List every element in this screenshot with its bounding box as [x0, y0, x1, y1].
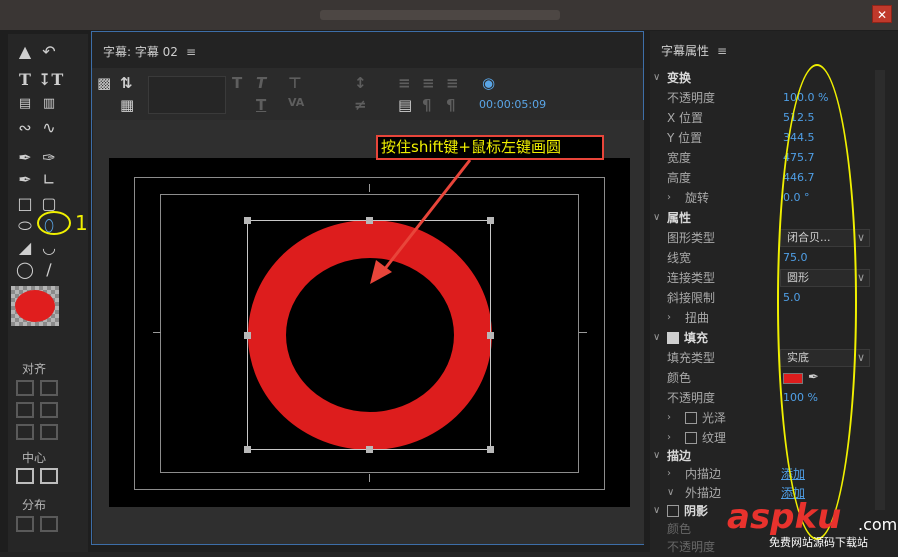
- fill-section[interactable]: ∨ 填充: [650, 328, 898, 348]
- chevron-right-icon: ›: [667, 312, 671, 323]
- chevron-down-icon: ∨: [653, 72, 661, 83]
- texture-row[interactable]: › 纹理: [650, 428, 898, 448]
- fill-type-row: 填充类型 实底 ∨: [650, 348, 898, 368]
- join-type-row: 连接类型 圆形 ∨: [650, 268, 898, 288]
- line-width-row: 线宽 75.0: [650, 248, 898, 268]
- chevron-right-icon[interactable]: ›: [667, 188, 671, 208]
- title-properties-panel: 字幕属性 ≡ ∨ 变换 不透明度 100.0 % X 位置 512.5 Y 位置 …: [650, 31, 898, 554]
- stroke-section[interactable]: ∨ 描边: [650, 446, 898, 466]
- fill-opacity-row: 不透明度 100 %: [650, 388, 898, 408]
- fill-color-row: 颜色 ✒: [650, 368, 898, 388]
- chevron-right-icon: ›: [667, 432, 671, 443]
- chevron-right-icon: ›: [667, 412, 671, 423]
- height-row: 高度 446.7: [650, 168, 898, 188]
- chevron-down-icon: ∨: [667, 487, 675, 498]
- chevron-down-icon: ∨: [856, 271, 865, 284]
- chevron-down-icon: ∨: [653, 332, 661, 343]
- x-position-row: X 位置 512.5: [650, 108, 898, 128]
- inner-stroke-row: › 内描边 添加: [650, 464, 898, 484]
- properties-menu-icon[interactable]: ≡: [717, 44, 727, 58]
- chevron-down-icon: ∨: [856, 231, 865, 244]
- values-highlight-ellipse: [777, 64, 857, 540]
- sheen-row[interactable]: › 光泽: [650, 408, 898, 428]
- rotation-row: › 旋转 0.0 °: [650, 188, 898, 208]
- properties-panel-title: 字幕属性 ≡: [661, 42, 727, 59]
- width-row: 宽度 475.7: [650, 148, 898, 168]
- chevron-down-icon: ∨: [653, 505, 661, 516]
- watermark-suffix: .com: [858, 515, 898, 534]
- sheen-checkbox[interactable]: [685, 412, 697, 424]
- chevron-down-icon: ∨: [653, 450, 661, 461]
- chevron-down-icon: ∨: [653, 212, 661, 223]
- opacity-row: 不透明度 100.0 %: [650, 88, 898, 108]
- annotation-callout: 按住shift键+鼠标左键画圆: [376, 135, 604, 160]
- fill-checkbox[interactable]: [667, 332, 679, 344]
- shape-type-row: 图形类型 闭合贝... ∨: [650, 228, 898, 248]
- attributes-section[interactable]: ∨ 属性: [650, 208, 898, 228]
- chevron-down-icon: ∨: [856, 351, 865, 364]
- y-position-row: Y 位置 344.5: [650, 128, 898, 148]
- watermark-logo: aspku: [727, 497, 842, 537]
- distort-row[interactable]: › 扭曲: [650, 308, 898, 328]
- miter-limit-row: 斜接限制 5.0: [650, 288, 898, 308]
- transform-section[interactable]: ∨ 变换: [650, 68, 898, 88]
- watermark-tagline: 免费网站源码下载站: [769, 536, 868, 549]
- chevron-right-icon: ›: [667, 468, 671, 479]
- shadow-checkbox[interactable]: [667, 505, 679, 517]
- texture-checkbox[interactable]: [685, 432, 697, 444]
- properties-scrollbar[interactable]: [875, 70, 885, 510]
- properties-title-text: 字幕属性: [661, 44, 710, 58]
